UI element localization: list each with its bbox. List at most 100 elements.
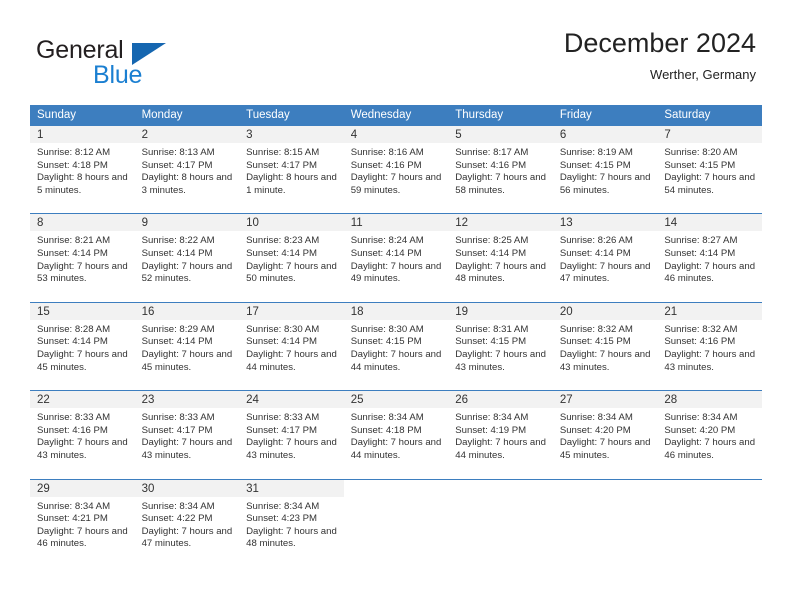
calendar-day-cell[interactable]: 18 Sunrise: 8:30 AM Sunset: 4:15 PM Dayligh… [343,302,449,381]
calendar-day-cell[interactable]: 10 Sunrise: 8:23 AM Sunset: 4:14 PM Dayligh… [239,214,344,292]
weekday-header-saturday: Saturday [664,109,711,121]
day-number: 27 [552,391,658,409]
day-number: 22 [30,391,135,409]
calendar-day-cell[interactable]: 21 Sunrise: 8:32 AM Sunset: 4:16 PM Dayligh… [657,302,762,381]
calendar-grid: Sunday Monday Tuesday Wednesday Thursday Frid… [30,105,762,557]
daylight-text: Daylight: 7 hours and 43 minutes. [246,437,337,461]
day-details: Sunrise: 8:28 AM Sunset: 4:14 PM Daylight:… [30,320,135,380]
calendar-day-cell[interactable]: 28 Sunrise: 8:34 AM Sunset: 4:20 PM Dayligh… [657,391,762,469]
day-number: 16 [134,302,240,320]
sunrise-text: Sunrise: 8:23 AM [246,235,320,247]
sunset-text: Sunset: 4:14 PM [664,247,736,259]
calendar-day-cell[interactable]: 15 Sunrise: 8:28 AM Sunset: 4:14 PM Dayligh… [30,302,135,381]
sunset-text: Sunset: 4:21 PM [37,513,108,525]
calendar-day-cell[interactable]: 5 Sunrise: 8:17 AM Sunset: 4:16 PM Daylight… [448,126,553,204]
calendar-day-cell[interactable]: 31 Sunrise: 8:34 AM Sunset: 4:23 PM Dayligh… [239,479,344,557]
sunset-text: Sunset: 4:19 PM [455,424,527,436]
day-details: Sunrise: 8:32 AM Sunset: 4:15 PM Daylight:… [553,320,658,380]
general-blue-logo: General Blue [36,36,226,89]
sunrise-text: Sunrise: 8:15 AM [246,147,320,158]
calendar-day-cell[interactable]: 27 Sunrise: 8:34 AM Sunset: 4:20 PM Dayligh… [552,391,658,469]
sunset-text: Sunset: 4:17 PM [246,424,318,436]
sunset-text: Sunset: 4:20 PM [559,424,631,436]
day-number: 17 [239,302,344,320]
day-details: Sunrise: 8:16 AM Sunset: 4:16 PM Daylight:… [344,143,449,203]
calendar-day-cell[interactable]: 25 Sunrise: 8:34 AM Sunset: 4:18 PM Dayligh… [343,391,449,469]
calendar-day-cell[interactable]: 4 Sunrise: 8:16 AM Sunset: 4:16 PM Daylight… [343,126,449,204]
calendar-day-cell[interactable]: 24 Sunrise: 8:33 AM Sunset: 4:17 PM Dayligh… [239,391,344,469]
calendar-day-cell-empty [448,479,553,557]
day-details: Sunrise: 8:33 AM Sunset: 4:16 PM Daylight:… [30,408,135,468]
sunset-text: Sunset: 4:15 PM [455,336,527,348]
calendar-day-cell[interactable]: 26 Sunrise: 8:34 AM Sunset: 4:19 PM Dayligh… [448,391,553,469]
sunset-text: Sunset: 4:14 PM [37,336,108,348]
day-number: 2 [134,126,240,143]
calendar-day-cell[interactable]: 7 Sunrise: 8:20 AM Sunset: 4:15 PM Daylight… [657,126,762,204]
sunrise-text: Sunrise: 8:24 AM [350,235,424,247]
sunset-text: Sunset: 4:20 PM [664,424,736,436]
day-number: 31 [239,479,344,497]
daylight-text: Daylight: 7 hours and 48 minutes. [455,260,546,285]
day-details: Sunrise: 8:21 AM Sunset: 4:14 PM Daylight:… [30,231,135,291]
sunrise-text: Sunrise: 8:34 AM [664,412,738,424]
sunset-text: Sunset: 4:14 PM [141,336,213,348]
calendar-day-cell[interactable]: 2 Sunrise: 8:13 AM Sunset: 4:17 PM Daylight… [134,126,240,204]
calendar-day-cell[interactable]: 17 Sunrise: 8:30 AM Sunset: 4:14 PM Dayligh… [239,302,344,381]
sunset-text: Sunset: 4:14 PM [455,247,527,259]
calendar-day-cell[interactable]: 30 Sunrise: 8:34 AM Sunset: 4:22 PM Dayligh… [134,479,240,557]
sunset-text: Sunset: 4:17 PM [246,159,318,171]
calendar-day-cell[interactable]: 20 Sunrise: 8:32 AM Sunset: 4:15 PM Dayligh… [552,302,658,381]
day-number: 13 [552,214,658,232]
daylight-text: Daylight: 7 hours and 44 minutes. [455,437,546,461]
day-number: 12 [448,214,553,232]
day-details: Sunrise: 8:34 AM Sunset: 4:20 PM Daylight:… [657,408,762,468]
sunset-text: Sunset: 4:22 PM [141,513,213,525]
calendar-day-cell[interactable]: 16 Sunrise: 8:29 AM Sunset: 4:14 PM Dayligh… [134,302,240,381]
sunset-text: Sunset: 4:15 PM [664,159,736,171]
day-number: 8 [30,214,135,232]
daylight-text: Daylight: 7 hours and 43 minutes. [455,348,546,373]
sunrise-text: Sunrise: 8:25 AM [455,235,529,247]
sunrise-text: Sunrise: 8:12 AM [37,147,111,158]
weekday-header-wednesday: Wednesday [350,109,412,121]
day-details: Sunrise: 8:32 AM Sunset: 4:16 PM Daylight:… [657,320,762,380]
day-details: Sunrise: 8:23 AM Sunset: 4:14 PM Daylight:… [239,231,344,291]
calendar-day-cell[interactable]: 14 Sunrise: 8:27 AM Sunset: 4:14 PM Dayligh… [657,214,762,292]
day-details: Sunrise: 8:12 AM Sunset: 4:18 PM Daylight:… [30,143,135,203]
calendar-day-cell[interactable]: 1 Sunrise: 8:12 AM Sunset: 4:18 PM Daylight… [30,126,135,204]
calendar-day-cell[interactable]: 8 Sunrise: 8:21 AM Sunset: 4:14 PM Daylight… [30,214,135,292]
sunrise-text: Sunrise: 8:17 AM [455,147,529,158]
calendar-day-cell[interactable]: 22 Sunrise: 8:33 AM Sunset: 4:16 PM Dayligh… [30,391,135,469]
calendar-day-cell[interactable]: 6 Sunrise: 8:19 AM Sunset: 4:15 PM Daylight… [552,126,658,204]
calendar-day-cell[interactable]: 9 Sunrise: 8:22 AM Sunset: 4:14 PM Daylight… [134,214,240,292]
calendar-day-cell[interactable]: 23 Sunrise: 8:33 AM Sunset: 4:17 PM Dayligh… [134,391,240,469]
day-number: 4 [343,126,449,143]
calendar-day-cell[interactable]: 19 Sunrise: 8:31 AM Sunset: 4:15 PM Dayligh… [448,302,553,381]
day-number: 29 [30,479,135,497]
sunset-text: Sunset: 4:16 PM [350,159,422,171]
sunset-text: Sunset: 4:14 PM [246,336,318,348]
day-number [552,479,658,497]
daylight-text: Daylight: 7 hours and 58 minutes. [455,172,546,196]
sunrise-text: Sunrise: 8:32 AM [664,323,738,335]
daylight-text: Daylight: 7 hours and 44 minutes. [246,348,337,373]
sunset-text: Sunset: 4:14 PM [141,247,213,259]
weekday-header-friday: Friday [559,109,592,121]
day-number: 24 [239,391,344,409]
sunrise-text: Sunrise: 8:33 AM [141,412,215,424]
sunset-text: Sunset: 4:18 PM [350,424,422,436]
day-details: Sunrise: 8:33 AM Sunset: 4:17 PM Daylight:… [135,408,240,468]
calendar-week-row: 22 Sunrise: 8:33 AM Sunset: 4:16 PM Dayligh… [30,390,762,469]
day-details: Sunrise: 8:34 AM Sunset: 4:19 PM Daylight:… [448,408,553,468]
day-details: Sunrise: 8:26 AM Sunset: 4:14 PM Daylight:… [553,231,658,291]
calendar-day-cell[interactable]: 11 Sunrise: 8:24 AM Sunset: 4:14 PM Dayligh… [343,214,449,292]
sunrise-text: Sunrise: 8:33 AM [37,412,111,424]
calendar-day-cell[interactable]: 29 Sunrise: 8:34 AM Sunset: 4:21 PM Dayligh… [30,479,135,557]
calendar-day-cell[interactable]: 3 Sunrise: 8:15 AM Sunset: 4:17 PM Daylight… [239,126,344,204]
calendar-day-cell[interactable]: 13 Sunrise: 8:26 AM Sunset: 4:14 PM Dayligh… [552,214,658,292]
calendar-day-cell[interactable]: 12 Sunrise: 8:25 AM Sunset: 4:14 PM Dayligh… [448,214,553,292]
sunrise-text: Sunrise: 8:13 AM [141,147,215,158]
day-details: Sunrise: 8:34 AM Sunset: 4:23 PM Daylight:… [239,497,344,557]
logo-text-blue: Blue [93,61,143,89]
day-details: Sunrise: 8:33 AM Sunset: 4:17 PM Daylight:… [239,408,344,468]
